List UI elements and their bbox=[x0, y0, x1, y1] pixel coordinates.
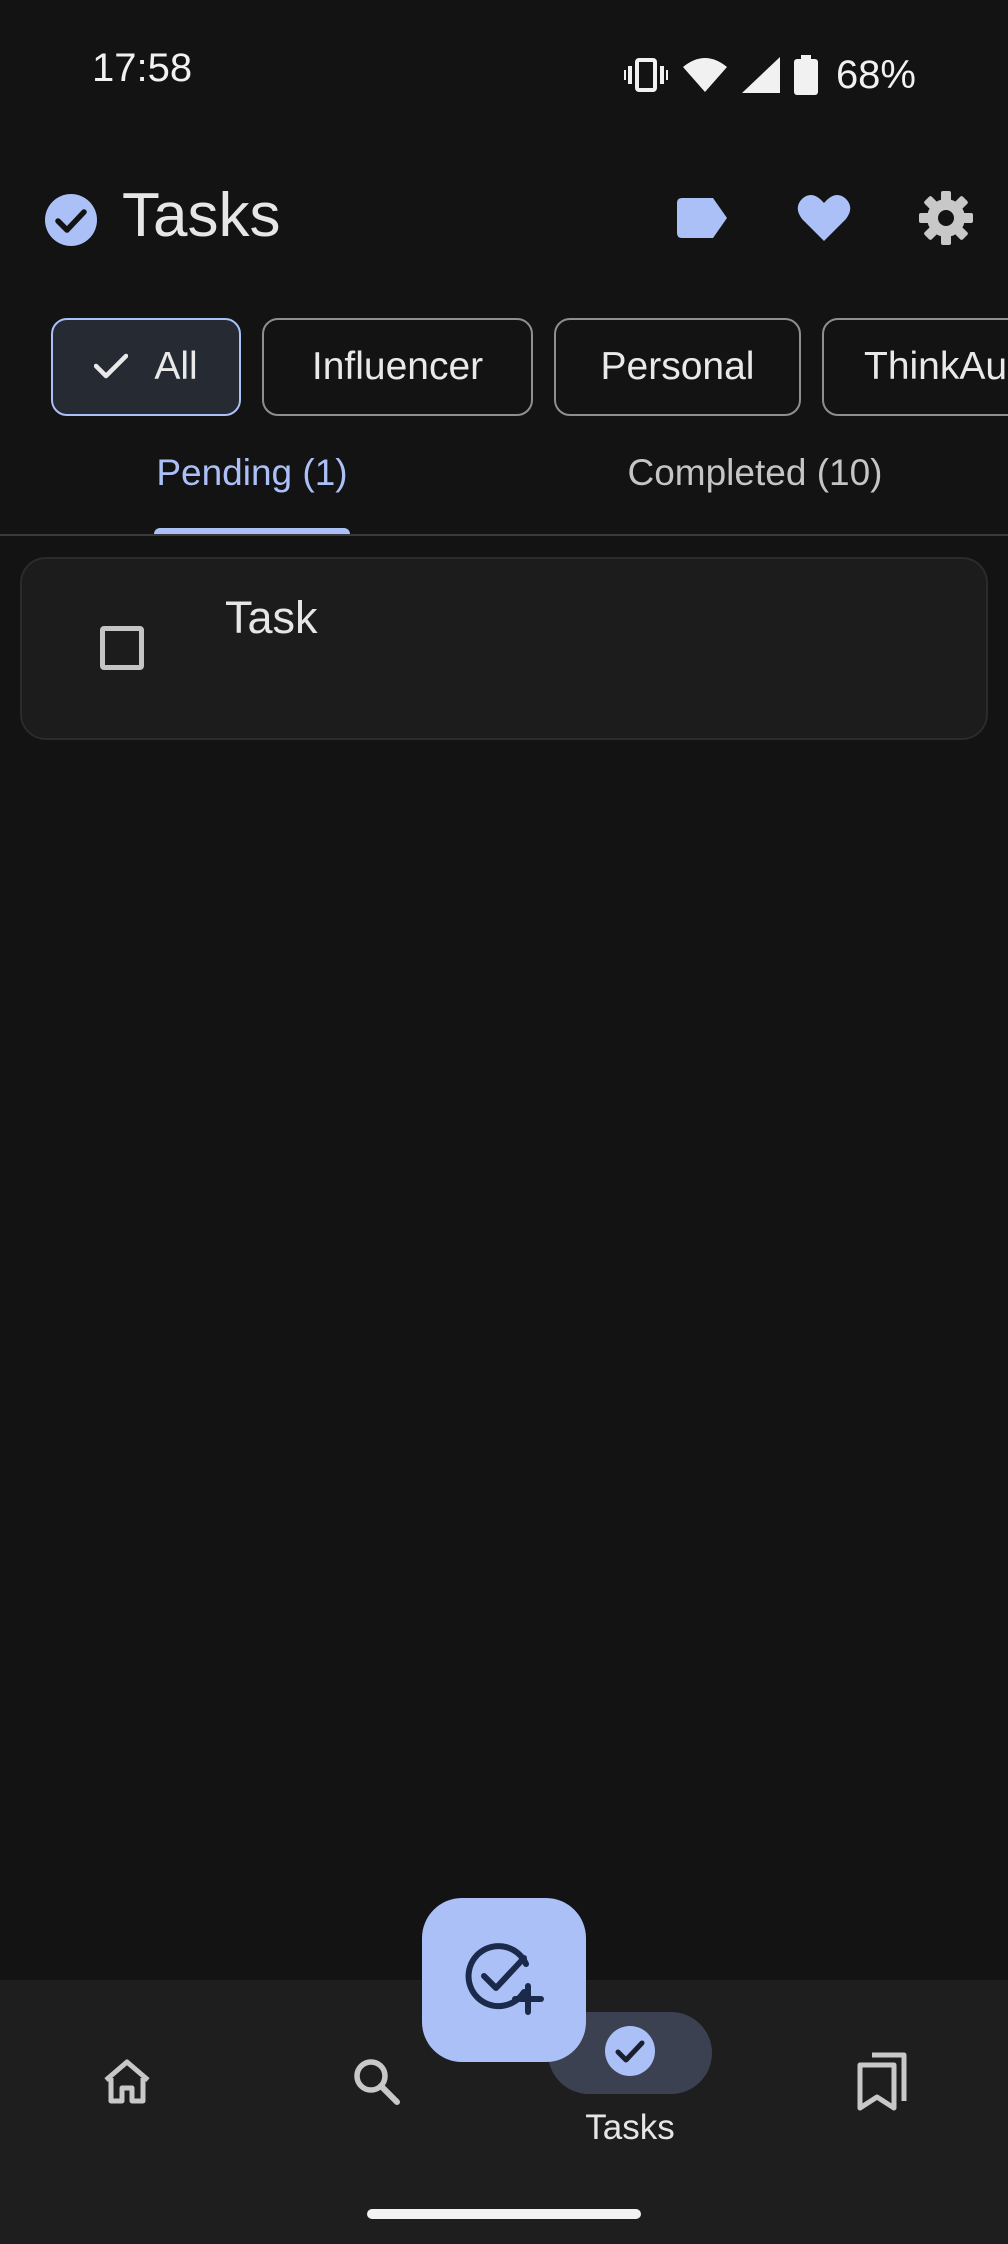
page-title: Tasks bbox=[122, 181, 281, 250]
chip-personal[interactable]: Personal bbox=[554, 318, 801, 416]
battery-percent: 68% bbox=[835, 52, 916, 97]
chip-influencer[interactable]: Influencer bbox=[262, 318, 533, 416]
chip-thinkau[interactable]: ThinkAu bbox=[822, 318, 1008, 416]
tasks-check-icon bbox=[604, 2025, 656, 2082]
task-checkbox[interactable] bbox=[100, 626, 144, 670]
app-logo-check-icon bbox=[44, 193, 98, 247]
tab-divider bbox=[0, 534, 1008, 536]
status-time: 17:58 bbox=[92, 46, 193, 90]
settings-button[interactable] bbox=[916, 190, 976, 250]
bookmarks-icon bbox=[856, 2051, 908, 2116]
vibrate-icon bbox=[623, 57, 668, 93]
favorites-button[interactable] bbox=[794, 190, 854, 250]
home-indicator bbox=[367, 2209, 641, 2219]
heart-icon bbox=[797, 194, 851, 247]
status-icons: 68% bbox=[623, 50, 916, 100]
home-icon bbox=[102, 2058, 152, 2109]
chip-label: Influencer bbox=[311, 345, 484, 388]
add-task-icon bbox=[462, 1936, 546, 2025]
gear-icon bbox=[918, 190, 974, 251]
label-tag-icon bbox=[677, 197, 727, 243]
task-title: Task bbox=[225, 592, 318, 643]
chip-label: All bbox=[154, 345, 198, 388]
check-icon bbox=[94, 345, 129, 389]
search-icon bbox=[351, 2056, 401, 2111]
tab-completed[interactable]: Completed (10) bbox=[590, 452, 920, 530]
chip-all[interactable]: All bbox=[51, 318, 241, 416]
add-task-fab[interactable] bbox=[422, 1898, 586, 2062]
list-item[interactable] bbox=[20, 557, 988, 740]
nav-tasks-label: Tasks bbox=[585, 2108, 675, 2147]
filter-chips: All Influencer Personal ThinkAu bbox=[0, 316, 1008, 422]
wifi-icon bbox=[682, 57, 728, 93]
nav-search[interactable] bbox=[336, 2048, 416, 2118]
signal-icon bbox=[741, 57, 780, 93]
chip-label: ThinkAu bbox=[864, 345, 1008, 388]
battery-icon bbox=[793, 55, 818, 95]
tab-pending[interactable]: Pending (1) bbox=[154, 452, 350, 530]
labels-button[interactable] bbox=[672, 190, 732, 250]
nav-bookmarks[interactable] bbox=[842, 2046, 922, 2120]
nav-home[interactable] bbox=[87, 2048, 167, 2118]
chip-label: Personal bbox=[600, 345, 755, 388]
